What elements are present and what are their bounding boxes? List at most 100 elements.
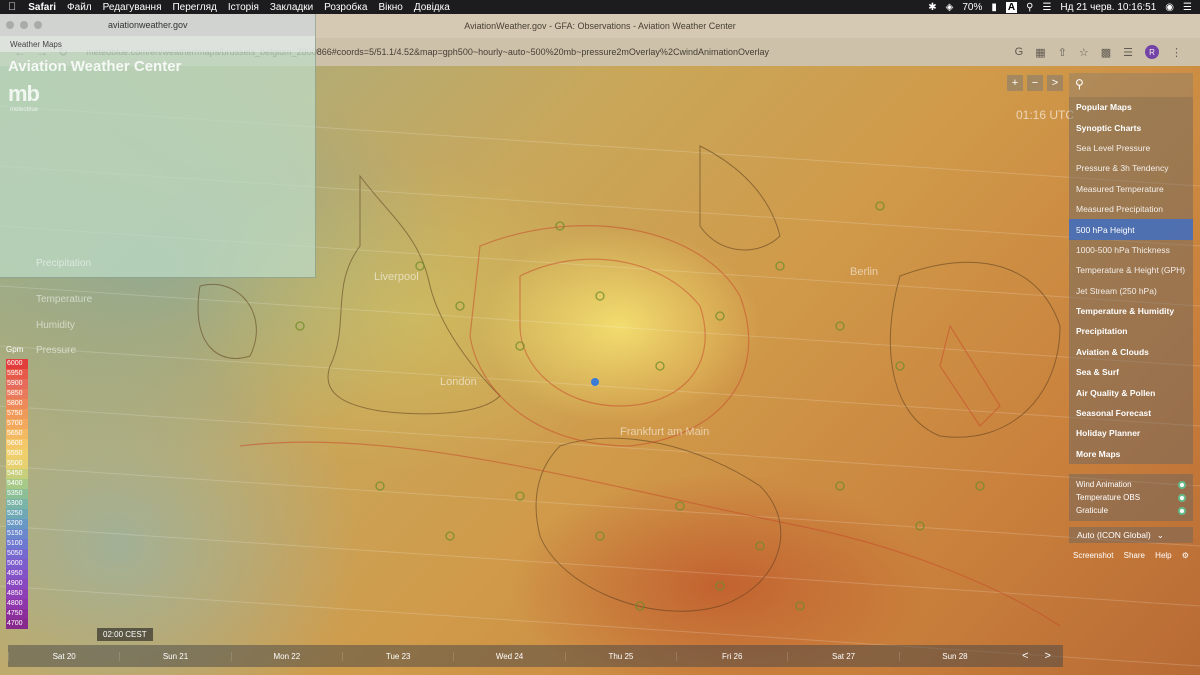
menu-item-sea-surf[interactable]: Sea & Surf bbox=[1069, 362, 1193, 382]
timeline-next-button[interactable]: > bbox=[1045, 650, 1051, 662]
menu-item-aviation-clouds[interactable]: Aviation & Clouds bbox=[1069, 342, 1193, 362]
timeline-prev-button[interactable]: < bbox=[1022, 650, 1028, 662]
timeline-day[interactable]: Thu 25 bbox=[564, 651, 676, 661]
legend-value: 5800 bbox=[6, 399, 28, 409]
inset-zoom-icon[interactable] bbox=[34, 21, 42, 29]
menu-history[interactable]: Історія bbox=[228, 2, 259, 13]
legend-value: 5100 bbox=[6, 539, 28, 549]
inset-close-icon[interactable] bbox=[6, 21, 14, 29]
share-link[interactable]: Share bbox=[1124, 551, 1145, 565]
legend-value: 5850 bbox=[6, 389, 28, 399]
bookmark-star-icon[interactable]: ☆ bbox=[1079, 46, 1089, 59]
window-title: AviationWeather.gov - GFA: Observations … bbox=[464, 21, 736, 31]
panel-footer: Screenshot Share Help ⚙ bbox=[1069, 551, 1193, 565]
menu-window[interactable]: Вікно bbox=[378, 2, 402, 13]
timeline-day[interactable]: Mon 22 bbox=[230, 651, 342, 661]
help-link[interactable]: Help bbox=[1155, 551, 1171, 565]
legend-value: 5350 bbox=[6, 489, 28, 499]
toggle-radio-icon[interactable] bbox=[1178, 493, 1186, 502]
battery-icon[interactable]: ▮ bbox=[991, 2, 997, 13]
time-badge: 02:00 CEST bbox=[97, 628, 153, 641]
legend-value: 4750 bbox=[6, 609, 28, 619]
inset-browser-window[interactable]: aviationweather.gov Weather Maps Aviatio… bbox=[0, 14, 316, 278]
inset-tab[interactable]: Weather Maps bbox=[0, 36, 315, 52]
menu-item-measured-precipitation[interactable]: Measured Precipitation bbox=[1069, 199, 1193, 219]
menu-item-500-hpa-height[interactable]: 500 hPa Height bbox=[1069, 219, 1193, 240]
menu-item-1000-500-hpa-thickness[interactable]: 1000-500 hPa Thickness bbox=[1069, 240, 1193, 260]
next-button[interactable]: > bbox=[1047, 75, 1063, 91]
model-select[interactable]: Auto (ICON Global) ⌄ bbox=[1069, 527, 1193, 544]
apple-menu-icon[interactable]:  bbox=[8, 1, 16, 13]
menu-item-precipitation[interactable]: Precipitation bbox=[1069, 321, 1193, 341]
menu-edit[interactable]: Редагування bbox=[103, 2, 162, 13]
menu-item-sea-level-pressure[interactable]: Sea Level Pressure bbox=[1069, 138, 1193, 158]
menu-item-pressure-3h-tendency[interactable]: Pressure & 3h Tendency bbox=[1069, 158, 1193, 178]
timeline-day[interactable]: Sat 20 bbox=[8, 651, 119, 661]
legend-value: 5450 bbox=[6, 469, 28, 479]
zoom-out-button[interactable]: − bbox=[1027, 75, 1043, 91]
google-icon[interactable]: G bbox=[1015, 46, 1024, 58]
ghost-label-humidity: Humidity bbox=[36, 320, 75, 331]
location-pin[interactable] bbox=[591, 378, 599, 386]
control-center-icon[interactable]: ☰ bbox=[1042, 2, 1051, 13]
timeline-day[interactable]: Tue 23 bbox=[342, 651, 453, 661]
screenshot-link[interactable]: Screenshot bbox=[1073, 551, 1113, 565]
legend-value: 5250 bbox=[6, 509, 28, 519]
city-label-frankfurt: Frankfurt am Main bbox=[620, 426, 710, 438]
toggle-temperature-obs[interactable]: Temperature OBS bbox=[1069, 491, 1193, 504]
legend-value: 5600 bbox=[6, 439, 28, 449]
timeline-day[interactable]: Wed 24 bbox=[453, 651, 564, 661]
timeline-day[interactable]: Sat 27 bbox=[787, 651, 898, 661]
timeline-bar[interactable]: Sat 20 Sun 21 Mon 22 Tue 23 Wed 24 Thu 25 Fri … bbox=[8, 645, 1063, 667]
maps-menu: Popular Maps Synoptic Charts Sea Level Pre… bbox=[1069, 97, 1193, 465]
bluetooth-icon[interactable]: ✱ bbox=[928, 2, 936, 13]
menu-develop[interactable]: Розробка bbox=[324, 2, 367, 13]
menu-item-popular-maps[interactable]: Popular Maps bbox=[1069, 97, 1193, 117]
share-icon[interactable]: ⇧ bbox=[1058, 46, 1067, 59]
menu-item-jet-stream-250-hpa[interactable]: Jet Stream (250 hPa) bbox=[1069, 281, 1193, 301]
menu-bookmarks[interactable]: Закладки bbox=[270, 2, 313, 13]
search-icon[interactable]: ⚲ bbox=[1026, 2, 1033, 13]
input-source[interactable]: A bbox=[1005, 1, 1018, 13]
legend-value: 4800 bbox=[6, 599, 28, 609]
toggle-radio-icon[interactable] bbox=[1178, 506, 1186, 515]
menu-item-more-maps[interactable]: More Maps bbox=[1069, 444, 1193, 464]
zoom-in-button[interactable]: + bbox=[1007, 75, 1023, 91]
profile-avatar[interactable]: R bbox=[1145, 45, 1159, 59]
menu-item-measured-temperature[interactable]: Measured Temperature bbox=[1069, 179, 1193, 199]
menu-item-seasonal-forecast[interactable]: Seasonal Forecast bbox=[1069, 403, 1193, 423]
settings-gear-icon[interactable]: ⚙ bbox=[1182, 551, 1189, 565]
translate-icon[interactable]: ▦ bbox=[1035, 46, 1045, 59]
inset-address[interactable]: aviationweather.gov bbox=[108, 20, 188, 30]
menu-item-temperature-humidity[interactable]: Temperature & Humidity bbox=[1069, 301, 1193, 321]
notification-icon[interactable]: ☰ bbox=[1183, 2, 1192, 13]
siri-icon[interactable]: ◉ bbox=[1165, 2, 1174, 13]
more-menu-icon[interactable]: ⋮ bbox=[1171, 46, 1182, 59]
toggle-graticule[interactable]: Graticule bbox=[1069, 504, 1193, 517]
menu-item-synoptic-charts[interactable]: Synoptic Charts bbox=[1069, 117, 1193, 137]
timeline-day[interactable]: Sun 21 bbox=[119, 651, 230, 661]
timeline-day[interactable]: Sun 28 bbox=[898, 651, 1010, 661]
legend-value: 5500 bbox=[6, 459, 28, 469]
clock[interactable]: Нд 21 черв. 10:16:51 bbox=[1060, 2, 1156, 13]
zoom-controls: + − > bbox=[1007, 75, 1063, 91]
menu-file[interactable]: Файл bbox=[67, 2, 92, 13]
menu-safari[interactable]: Safari bbox=[28, 2, 56, 13]
wifi-icon[interactable]: ◈ bbox=[946, 2, 954, 13]
inset-minimize-icon[interactable] bbox=[20, 21, 28, 29]
toggle-radio-icon[interactable] bbox=[1178, 480, 1186, 489]
menu-item-temperature-height-gph[interactable]: Temperature & Height (GPH) bbox=[1069, 260, 1193, 280]
legend-value: 5550 bbox=[6, 449, 28, 459]
map-search[interactable]: ⚲ bbox=[1069, 73, 1193, 97]
reading-list-icon[interactable]: ☰ bbox=[1123, 46, 1133, 59]
menu-help[interactable]: Довідка bbox=[414, 2, 450, 13]
extensions-icon[interactable]: ▩ bbox=[1101, 46, 1111, 59]
menu-view[interactable]: Перегляд bbox=[172, 2, 216, 13]
legend-value: 5150 bbox=[6, 529, 28, 539]
timeline-day[interactable]: Fri 26 bbox=[676, 651, 787, 661]
search-icon[interactable]: ⚲ bbox=[1075, 77, 1084, 91]
menu-item-air-quality-pollen[interactable]: Air Quality & Pollen bbox=[1069, 382, 1193, 402]
toggle-wind-animation[interactable]: Wind Animation bbox=[1069, 478, 1193, 491]
battery-percent[interactable]: 70% bbox=[962, 2, 982, 13]
menu-item-holiday-planner[interactable]: Holiday Planner bbox=[1069, 423, 1193, 443]
